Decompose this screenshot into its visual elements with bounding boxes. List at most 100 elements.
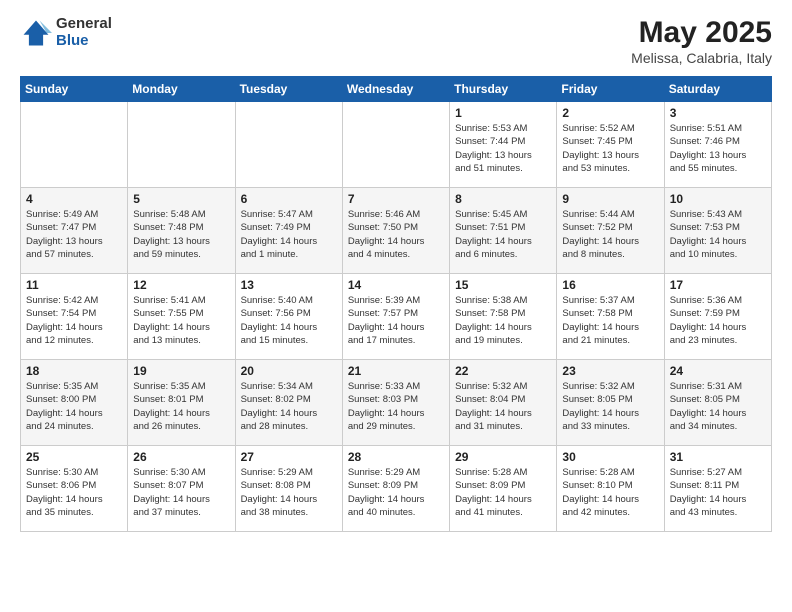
day-number: 6 <box>241 192 337 206</box>
calendar-cell-w2-d2: 5 Sunrise: 5:48 AMSunset: 7:48 PMDaylight… <box>128 188 235 274</box>
col-monday: Monday <box>128 77 235 102</box>
calendar-cell-w4-d4: 21 Sunrise: 5:33 AMSunset: 8:03 PMDayligh… <box>342 360 449 446</box>
day-info: Sunrise: 5:35 AMSunset: 8:00 PMDaylight:… <box>26 380 122 433</box>
day-number: 25 <box>26 450 122 464</box>
day-info: Sunrise: 5:30 AMSunset: 8:07 PMDaylight:… <box>133 466 229 519</box>
day-number: 23 <box>562 364 658 378</box>
day-info: Sunrise: 5:28 AMSunset: 8:10 PMDaylight:… <box>562 466 658 519</box>
day-info: Sunrise: 5:35 AMSunset: 8:01 PMDaylight:… <box>133 380 229 433</box>
calendar-cell-w1-d6: 2 Sunrise: 5:52 AMSunset: 7:45 PMDaylight… <box>557 102 664 188</box>
day-number: 18 <box>26 364 122 378</box>
calendar-week-3: 11Sunrise: 5:42 AMSunset: 7:54 PMDayligh… <box>21 274 772 360</box>
day-info: Sunrise: 5:34 AMSunset: 8:02 PMDaylight:… <box>241 380 337 433</box>
day-number: 3 <box>670 106 766 120</box>
calendar-cell-w3-d3: 13Sunrise: 5:40 AMSunset: 7:56 PMDayligh… <box>235 274 342 360</box>
day-info: Sunrise: 5:27 AMSunset: 8:11 PMDaylight:… <box>670 466 766 519</box>
calendar-cell-w5-d5: 29 Sunrise: 5:28 AMSunset: 8:09 PMDayligh… <box>450 446 557 532</box>
day-number: 2 <box>562 106 658 120</box>
day-info: Sunrise: 5:41 AMSunset: 7:55 PMDaylight:… <box>133 294 229 347</box>
day-info: Sunrise: 5:28 AMSunset: 8:09 PMDaylight:… <box>455 466 551 519</box>
day-number: 22 <box>455 364 551 378</box>
day-info: Sunrise: 5:52 AMSunset: 7:45 PMDaylight:… <box>562 122 658 175</box>
calendar-cell-w1-d3 <box>235 102 342 188</box>
col-saturday: Saturday <box>664 77 771 102</box>
calendar-header-row: Sunday Monday Tuesday Wednesday Thursday… <box>21 77 772 102</box>
day-number: 21 <box>348 364 444 378</box>
calendar-cell-w1-d1 <box>21 102 128 188</box>
col-sunday: Sunday <box>21 77 128 102</box>
day-info: Sunrise: 5:32 AMSunset: 8:05 PMDaylight:… <box>562 380 658 433</box>
day-info: Sunrise: 5:33 AMSunset: 8:03 PMDaylight:… <box>348 380 444 433</box>
day-number: 30 <box>562 450 658 464</box>
day-number: 20 <box>241 364 337 378</box>
calendar-cell-w1-d7: 3 Sunrise: 5:51 AMSunset: 7:46 PMDaylight… <box>664 102 771 188</box>
calendar-cell-w3-d5: 15 Sunrise: 5:38 AMSunset: 7:58 PMDayligh… <box>450 274 557 360</box>
col-tuesday: Tuesday <box>235 77 342 102</box>
calendar-cell-w2-d1: 4Sunrise: 5:49 AMSunset: 7:47 PMDaylight… <box>21 188 128 274</box>
calendar-week-5: 25 Sunrise: 5:30 AMSunset: 8:06 PMDayligh… <box>21 446 772 532</box>
day-number: 27 <box>241 450 337 464</box>
calendar-cell-w4-d7: 24Sunrise: 5:31 AMSunset: 8:05 PMDayligh… <box>664 360 771 446</box>
col-wednesday: Wednesday <box>342 77 449 102</box>
day-number: 7 <box>348 192 444 206</box>
day-info: Sunrise: 5:31 AMSunset: 8:05 PMDaylight:… <box>670 380 766 433</box>
header: General Blue May 2025 Melissa, Calabria,… <box>20 16 772 66</box>
calendar-location: Melissa, Calabria, Italy <box>631 50 772 66</box>
calendar-cell-w5-d7: 31 Sunrise: 5:27 AMSunset: 8:11 PMDayligh… <box>664 446 771 532</box>
logo-general-text: General <box>56 16 112 33</box>
calendar-cell-w5-d4: 28Sunrise: 5:29 AMSunset: 8:09 PMDayligh… <box>342 446 449 532</box>
day-info: Sunrise: 5:48 AMSunset: 7:48 PMDaylight:… <box>133 208 229 261</box>
day-number: 13 <box>241 278 337 292</box>
day-number: 15 <box>455 278 551 292</box>
day-number: 26 <box>133 450 229 464</box>
calendar-cell-w4-d3: 20 Sunrise: 5:34 AMSunset: 8:02 PMDayligh… <box>235 360 342 446</box>
day-number: 28 <box>348 450 444 464</box>
calendar-cell-w4-d2: 19Sunrise: 5:35 AMSunset: 8:01 PMDayligh… <box>128 360 235 446</box>
day-number: 5 <box>133 192 229 206</box>
day-info: Sunrise: 5:39 AMSunset: 7:57 PMDaylight:… <box>348 294 444 347</box>
calendar-title: May 2025 <box>631 16 772 50</box>
day-number: 4 <box>26 192 122 206</box>
calendar-week-1: 1 Sunrise: 5:53 AMSunset: 7:44 PMDaylight… <box>21 102 772 188</box>
calendar-cell-w1-d2 <box>128 102 235 188</box>
logo-blue-text: Blue <box>56 33 112 50</box>
calendar-cell-w4-d1: 18 Sunrise: 5:35 AMSunset: 8:00 PMDayligh… <box>21 360 128 446</box>
day-number: 29 <box>455 450 551 464</box>
day-number: 11 <box>26 278 122 292</box>
day-number: 16 <box>562 278 658 292</box>
calendar-cell-w3-d7: 17 Sunrise: 5:36 AMSunset: 7:59 PMDayligh… <box>664 274 771 360</box>
calendar-cell-w2-d5: 8Sunrise: 5:45 AMSunset: 7:51 PMDaylight… <box>450 188 557 274</box>
day-number: 12 <box>133 278 229 292</box>
calendar-cell-w5-d3: 27Sunrise: 5:29 AMSunset: 8:08 PMDayligh… <box>235 446 342 532</box>
calendar-cell-w4-d6: 23 Sunrise: 5:32 AMSunset: 8:05 PMDayligh… <box>557 360 664 446</box>
calendar-cell-w3-d4: 14 Sunrise: 5:39 AMSunset: 7:57 PMDayligh… <box>342 274 449 360</box>
day-info: Sunrise: 5:30 AMSunset: 8:06 PMDaylight:… <box>26 466 122 519</box>
day-info: Sunrise: 5:36 AMSunset: 7:59 PMDaylight:… <box>670 294 766 347</box>
title-block: May 2025 Melissa, Calabria, Italy <box>631 16 772 66</box>
day-info: Sunrise: 5:38 AMSunset: 7:58 PMDaylight:… <box>455 294 551 347</box>
calendar-cell-w5-d2: 26 Sunrise: 5:30 AMSunset: 8:07 PMDayligh… <box>128 446 235 532</box>
logo-text: General Blue <box>56 16 112 49</box>
day-info: Sunrise: 5:46 AMSunset: 7:50 PMDaylight:… <box>348 208 444 261</box>
calendar-cell-w1-d5: 1 Sunrise: 5:53 AMSunset: 7:44 PMDaylight… <box>450 102 557 188</box>
calendar-cell-w1-d4 <box>342 102 449 188</box>
logo: General Blue <box>20 16 112 49</box>
day-number: 17 <box>670 278 766 292</box>
day-info: Sunrise: 5:37 AMSunset: 7:58 PMDaylight:… <box>562 294 658 347</box>
day-info: Sunrise: 5:53 AMSunset: 7:44 PMDaylight:… <box>455 122 551 175</box>
day-info: Sunrise: 5:47 AMSunset: 7:49 PMDaylight:… <box>241 208 337 261</box>
col-friday: Friday <box>557 77 664 102</box>
logo-icon <box>20 17 52 49</box>
calendar-cell-w5-d1: 25 Sunrise: 5:30 AMSunset: 8:06 PMDayligh… <box>21 446 128 532</box>
calendar-cell-w3-d2: 12 Sunrise: 5:41 AMSunset: 7:55 PMDayligh… <box>128 274 235 360</box>
day-info: Sunrise: 5:51 AMSunset: 7:46 PMDaylight:… <box>670 122 766 175</box>
day-number: 1 <box>455 106 551 120</box>
calendar-week-2: 4Sunrise: 5:49 AMSunset: 7:47 PMDaylight… <box>21 188 772 274</box>
day-info: Sunrise: 5:43 AMSunset: 7:53 PMDaylight:… <box>670 208 766 261</box>
day-number: 14 <box>348 278 444 292</box>
day-number: 9 <box>562 192 658 206</box>
day-number: 10 <box>670 192 766 206</box>
calendar-cell-w4-d5: 22Sunrise: 5:32 AMSunset: 8:04 PMDayligh… <box>450 360 557 446</box>
calendar-cell-w3-d1: 11Sunrise: 5:42 AMSunset: 7:54 PMDayligh… <box>21 274 128 360</box>
day-number: 31 <box>670 450 766 464</box>
